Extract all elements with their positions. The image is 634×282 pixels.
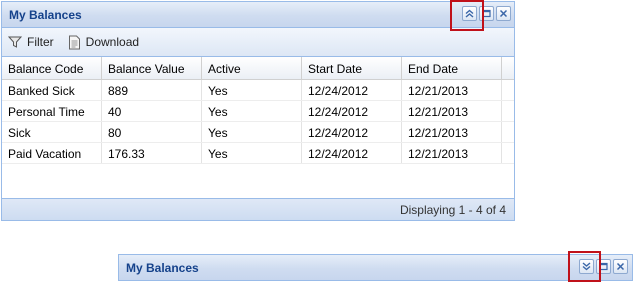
grid-header: Balance Code Balance Value Active Start … xyxy=(2,57,514,80)
cell-balance-code: Personal Time xyxy=(2,101,102,121)
column-header-end-date[interactable]: End Date xyxy=(402,57,502,79)
filter-button[interactable]: Filter xyxy=(8,35,54,49)
cell-start-date: 12/24/2012 xyxy=(302,101,402,121)
filter-label: Filter xyxy=(27,35,54,49)
highlight-box-expand-tool xyxy=(568,251,601,282)
cell-start-date: 12/24/2012 xyxy=(302,143,402,163)
panel-toolbar: Filter Download xyxy=(2,28,514,57)
cell-active: Yes xyxy=(202,80,302,100)
highlight-box-collapse-tool xyxy=(450,0,484,31)
cell-balance-code: Sick xyxy=(2,122,102,142)
cell-end-date: 12/21/2013 xyxy=(402,143,502,163)
column-header-spacer xyxy=(502,57,514,79)
cell-balance-value: 80 xyxy=(102,122,202,142)
panel-header-collapsed: My Balances xyxy=(119,255,632,280)
table-row[interactable]: Banked Sick 889 Yes 12/24/2012 12/21/201… xyxy=(2,80,514,101)
cell-balance-value: 40 xyxy=(102,101,202,121)
cell-balance-code: Banked Sick xyxy=(2,80,102,100)
close-icon[interactable] xyxy=(496,6,511,21)
document-icon xyxy=(68,35,80,49)
balances-panel-collapsed: My Balances xyxy=(118,254,633,281)
panel-title-collapsed: My Balances xyxy=(126,261,199,275)
cell-balance-code: Paid Vacation xyxy=(2,143,102,163)
cell-active: Yes xyxy=(202,143,302,163)
table-row[interactable]: Paid Vacation 176.33 Yes 12/24/2012 12/2… xyxy=(2,143,514,164)
download-button[interactable]: Download xyxy=(68,35,139,50)
paging-text: Displaying 1 - 4 of 4 xyxy=(399,203,506,217)
cell-start-date: 12/24/2012 xyxy=(302,122,402,142)
column-header-balance-value[interactable]: Balance Value xyxy=(102,57,202,79)
column-header-start-date[interactable]: Start Date xyxy=(302,57,402,79)
column-header-balance-code[interactable]: Balance Code xyxy=(2,57,102,79)
column-header-active[interactable]: Active xyxy=(202,57,302,79)
panel-header: My Balances xyxy=(2,2,514,28)
table-row[interactable]: Sick 80 Yes 12/24/2012 12/21/2013 xyxy=(2,122,514,143)
cell-balance-value: 889 xyxy=(102,80,202,100)
panel-title: My Balances xyxy=(9,8,82,22)
cell-balance-value: 176.33 xyxy=(102,143,202,163)
cell-start-date: 12/24/2012 xyxy=(302,80,402,100)
filter-icon xyxy=(8,36,22,48)
balances-grid: Balance Code Balance Value Active Start … xyxy=(2,57,514,164)
cell-active: Yes xyxy=(202,122,302,142)
download-label: Download xyxy=(85,35,140,49)
close-icon[interactable] xyxy=(613,259,628,274)
table-row[interactable]: Personal Time 40 Yes 12/24/2012 12/21/20… xyxy=(2,101,514,122)
cell-end-date: 12/21/2013 xyxy=(402,101,502,121)
cell-active: Yes xyxy=(202,101,302,121)
paging-footer: Displaying 1 - 4 of 4 xyxy=(2,198,514,220)
cell-end-date: 12/21/2013 xyxy=(402,122,502,142)
cell-end-date: 12/21/2013 xyxy=(402,80,502,100)
balances-panel: My Balances Filter Download Balance Code… xyxy=(1,1,515,221)
